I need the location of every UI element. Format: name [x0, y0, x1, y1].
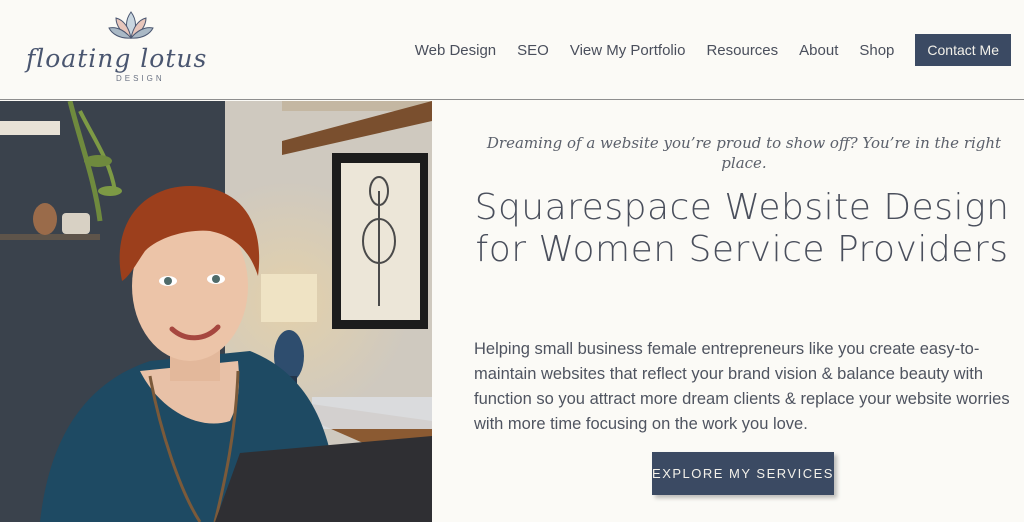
hero-headline: Squarespace Website Design for Women Ser… — [474, 187, 1010, 270]
hero-tagline: Dreaming of a website you’re proud to sh… — [486, 134, 1002, 172]
nav-resources[interactable]: Resources — [706, 42, 778, 59]
logo-sub-text: DESIGN — [116, 74, 165, 83]
contact-me-button[interactable]: Contact Me — [915, 34, 1011, 66]
nav-shop[interactable]: Shop — [859, 42, 894, 59]
nav-seo[interactable]: SEO — [517, 42, 549, 59]
nav-portfolio[interactable]: View My Portfolio — [570, 42, 686, 59]
hero-photo — [0, 101, 432, 522]
explore-services-button[interactable]: EXPLORE MY SERVICES — [652, 452, 834, 495]
site-header: floating lotus DESIGN Web Design SEO Vie… — [0, 0, 1024, 100]
logo-script-text: floating lotus — [26, 44, 208, 73]
site-logo[interactable]: floating lotus DESIGN — [26, 8, 206, 84]
nav-about[interactable]: About — [799, 42, 838, 59]
portrait-image — [0, 101, 432, 522]
main-nav: Web Design SEO View My Portfolio Resourc… — [415, 34, 1011, 66]
hero-content: Dreaming of a website you’re proud to sh… — [432, 101, 1024, 522]
hero-description: Helping small business female entreprene… — [474, 340, 1010, 433]
nav-web-design[interactable]: Web Design — [415, 42, 496, 59]
lotus-icon — [108, 11, 154, 39]
